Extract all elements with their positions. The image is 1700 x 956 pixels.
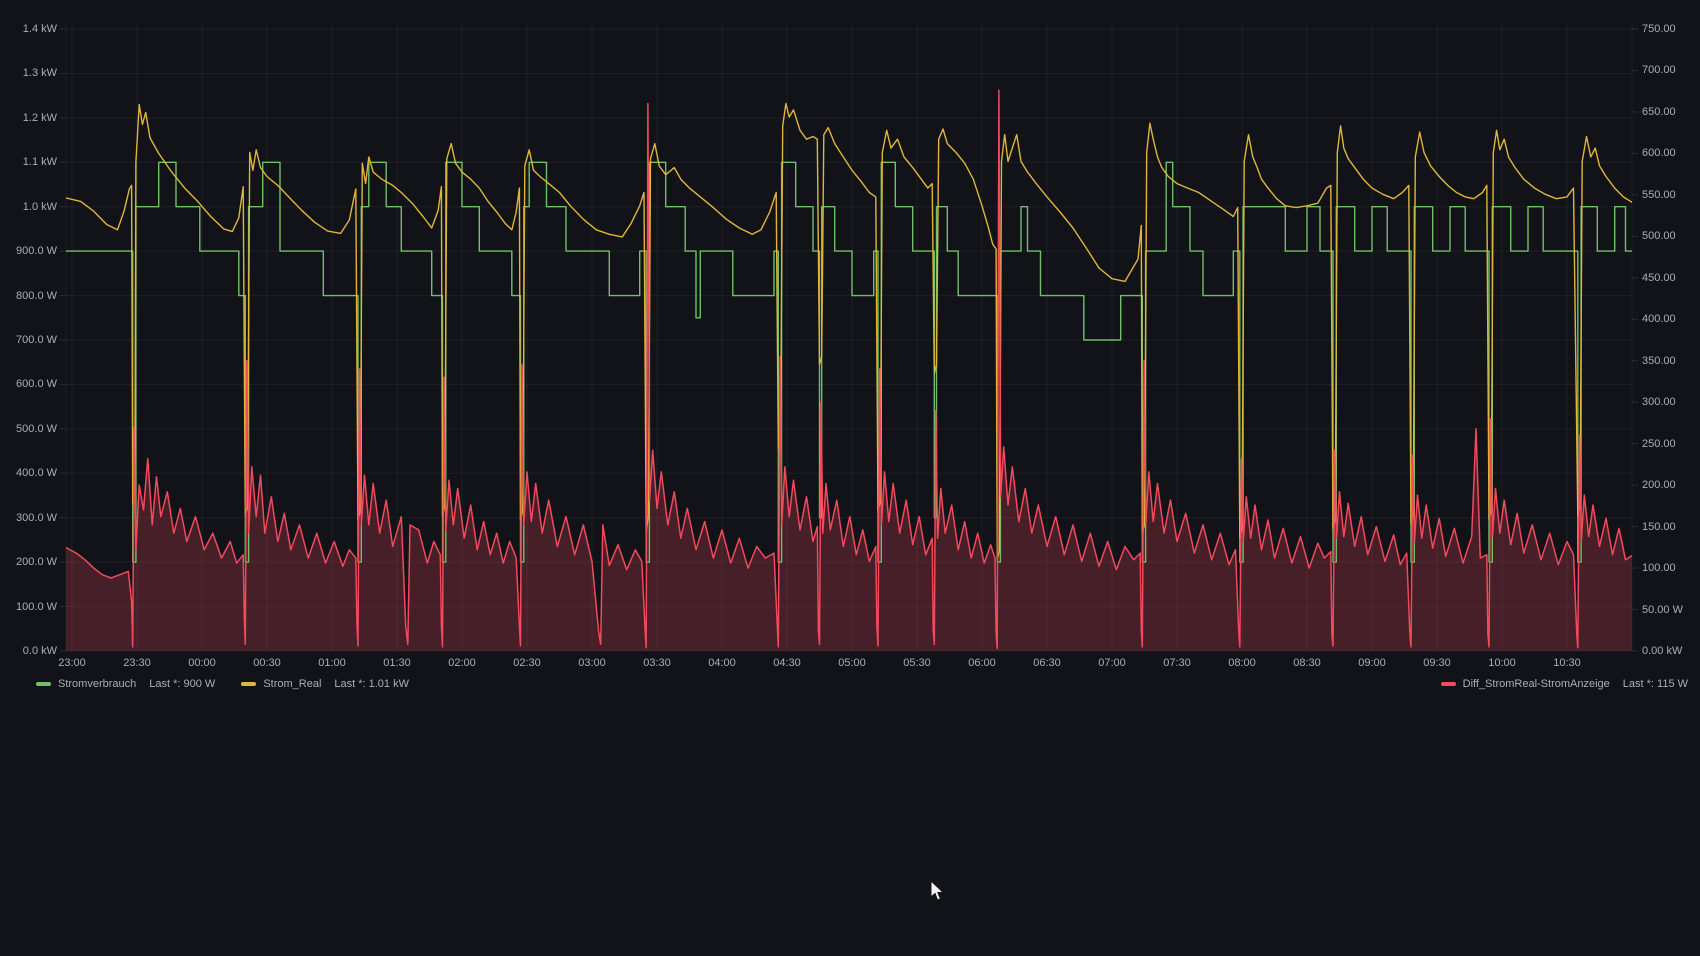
x-axis-label: 04:00 <box>708 657 736 669</box>
y-axis-left-label: 700.0 W <box>16 334 57 346</box>
y-axis-left: 1.4 kW 1.3 kW 1.2 kW 1.1 kW 1.0 kW 900.0 W 800… <box>13 0 57 700</box>
y-axis-left-label: 800.0 W <box>16 290 57 302</box>
y-axis-left-label: 100.0 W <box>16 601 57 613</box>
x-axis-label: 00:30 <box>253 657 281 669</box>
time-series-plot-area[interactable] <box>0 0 1700 956</box>
y-axis-left-label: 1.4 kW <box>23 23 57 35</box>
y-axis-right-label: 50.00 W <box>1642 604 1683 616</box>
x-axis-label: 02:30 <box>513 657 541 669</box>
x-axis-label: 10:00 <box>1488 657 1516 669</box>
series-fill-Diff_StromReal-StromAnzeige <box>66 90 1633 651</box>
x-axis: 23:00 23:30 00:00 00:30 01:00 01:30 02:00 02:30… <box>0 657 1700 673</box>
x-axis-label: 03:30 <box>643 657 671 669</box>
x-axis-label: 23:30 <box>123 657 151 669</box>
x-axis-label: 03:00 <box>578 657 606 669</box>
y-axis-right-label: 250.00 <box>1642 438 1676 450</box>
y-axis-left-label: 0.0 kW <box>23 645 57 657</box>
y-axis-left-label: 1.2 kW <box>23 112 57 124</box>
y-axis-left-label: 1.1 kW <box>23 156 57 168</box>
y-axis-right-label: 450.00 <box>1642 272 1676 284</box>
y-axis-right-label: 350.00 <box>1642 355 1676 367</box>
y-axis-right-label: 200.00 <box>1642 479 1676 491</box>
y-axis-right: 750.00 700.00 650.00 600.00 550.00 500.00 450.… <box>1642 0 1700 700</box>
x-axis-label: 05:00 <box>838 657 866 669</box>
x-axis-label: 08:30 <box>1293 657 1321 669</box>
y-axis-left-label: 900.0 W <box>16 245 57 257</box>
x-axis-label: 06:00 <box>968 657 996 669</box>
y-axis-right-label: 0.00 kW <box>1642 645 1682 657</box>
y-axis-right-label: 650.00 <box>1642 106 1676 118</box>
y-axis-right-label: 150.00 <box>1642 521 1676 533</box>
x-axis-label: 09:30 <box>1423 657 1451 669</box>
y-axis-right-label: 500.00 <box>1642 230 1676 242</box>
y-axis-left-label: 1.0 kW <box>23 201 57 213</box>
y-axis-left-label: 200.0 W <box>16 556 57 568</box>
x-axis-label: 08:00 <box>1228 657 1256 669</box>
y-axis-left-label: 1.3 kW <box>23 67 57 79</box>
y-axis-right-label: 750.00 <box>1642 23 1676 35</box>
y-axis-right-label: 100.00 <box>1642 562 1676 574</box>
y-axis-left-label: 600.0 W <box>16 378 57 390</box>
series-line-Strom_Real <box>66 104 1633 560</box>
x-axis-label: 01:00 <box>318 657 346 669</box>
x-axis-label: 05:30 <box>903 657 931 669</box>
x-axis-label: 02:00 <box>448 657 476 669</box>
x-axis-label: 01:30 <box>383 657 411 669</box>
x-axis-label: 10:30 <box>1553 657 1581 669</box>
y-axis-left-label: 500.0 W <box>16 423 57 435</box>
y-axis-right-label: 400.00 <box>1642 313 1676 325</box>
x-axis-label: 00:00 <box>188 657 216 669</box>
y-axis-left-label: 300.0 W <box>16 512 57 524</box>
x-axis-label: 06:30 <box>1033 657 1061 669</box>
x-axis-label: 07:30 <box>1163 657 1191 669</box>
y-axis-right-label: 700.00 <box>1642 64 1676 76</box>
y-axis-right-label: 300.00 <box>1642 396 1676 408</box>
y-axis-left-label: 400.0 W <box>16 467 57 479</box>
series-line-Stromverbrauch <box>66 162 1633 562</box>
mouse-cursor <box>930 880 946 902</box>
x-axis-label: 04:30 <box>773 657 801 669</box>
y-axis-right-label: 600.00 <box>1642 147 1676 159</box>
x-axis-label: 07:00 <box>1098 657 1126 669</box>
x-axis-label: 09:00 <box>1358 657 1386 669</box>
grafana-panel: 1.4 kW 1.3 kW 1.2 kW 1.1 kW 1.0 kW 900.0 W 800… <box>0 0 1700 956</box>
x-axis-label: 23:00 <box>58 657 86 669</box>
y-axis-right-label: 550.00 <box>1642 189 1676 201</box>
